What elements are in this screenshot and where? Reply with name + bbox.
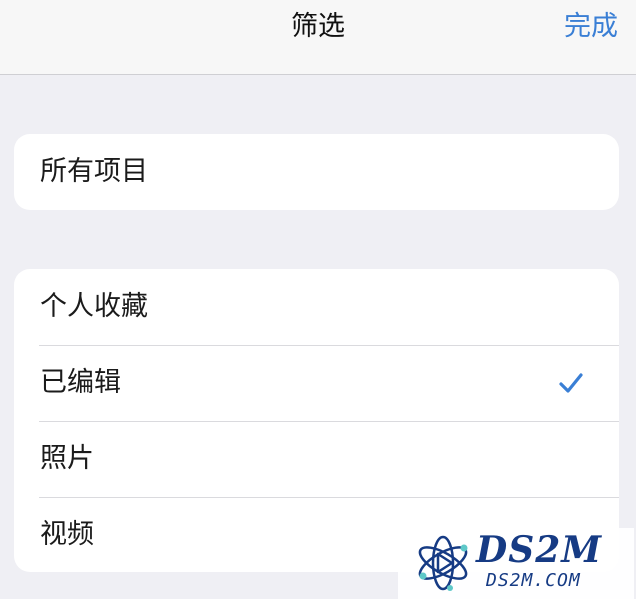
navigation-bar: 筛选 完成 bbox=[0, 0, 636, 75]
checkmark-icon bbox=[559, 373, 583, 393]
watermark-subtitle: DS2M.COM bbox=[486, 570, 581, 591]
page-title: 筛选 bbox=[291, 11, 345, 42]
favorites-label: 个人收藏 bbox=[40, 291, 148, 322]
photos-label: 照片 bbox=[40, 443, 94, 474]
all-items-group: 所有项目 bbox=[14, 134, 619, 210]
filter-options-group: 个人收藏 已编辑 照片 视频 bbox=[14, 269, 619, 572]
edited-option[interactable]: 已编辑 bbox=[14, 345, 619, 421]
all-items-label: 所有项目 bbox=[40, 156, 148, 187]
done-button[interactable]: 完成 bbox=[564, 10, 618, 44]
watermark: DS2M DS2M.COM bbox=[398, 528, 634, 599]
atom-play-logo-icon bbox=[418, 535, 468, 591]
favorites-option[interactable]: 个人收藏 bbox=[14, 269, 619, 345]
edited-label: 已编辑 bbox=[40, 367, 121, 398]
photos-option[interactable]: 照片 bbox=[14, 421, 619, 497]
all-items-option[interactable]: 所有项目 bbox=[14, 134, 619, 210]
videos-label: 视频 bbox=[40, 519, 94, 550]
watermark-title: DS2M bbox=[476, 529, 603, 571]
